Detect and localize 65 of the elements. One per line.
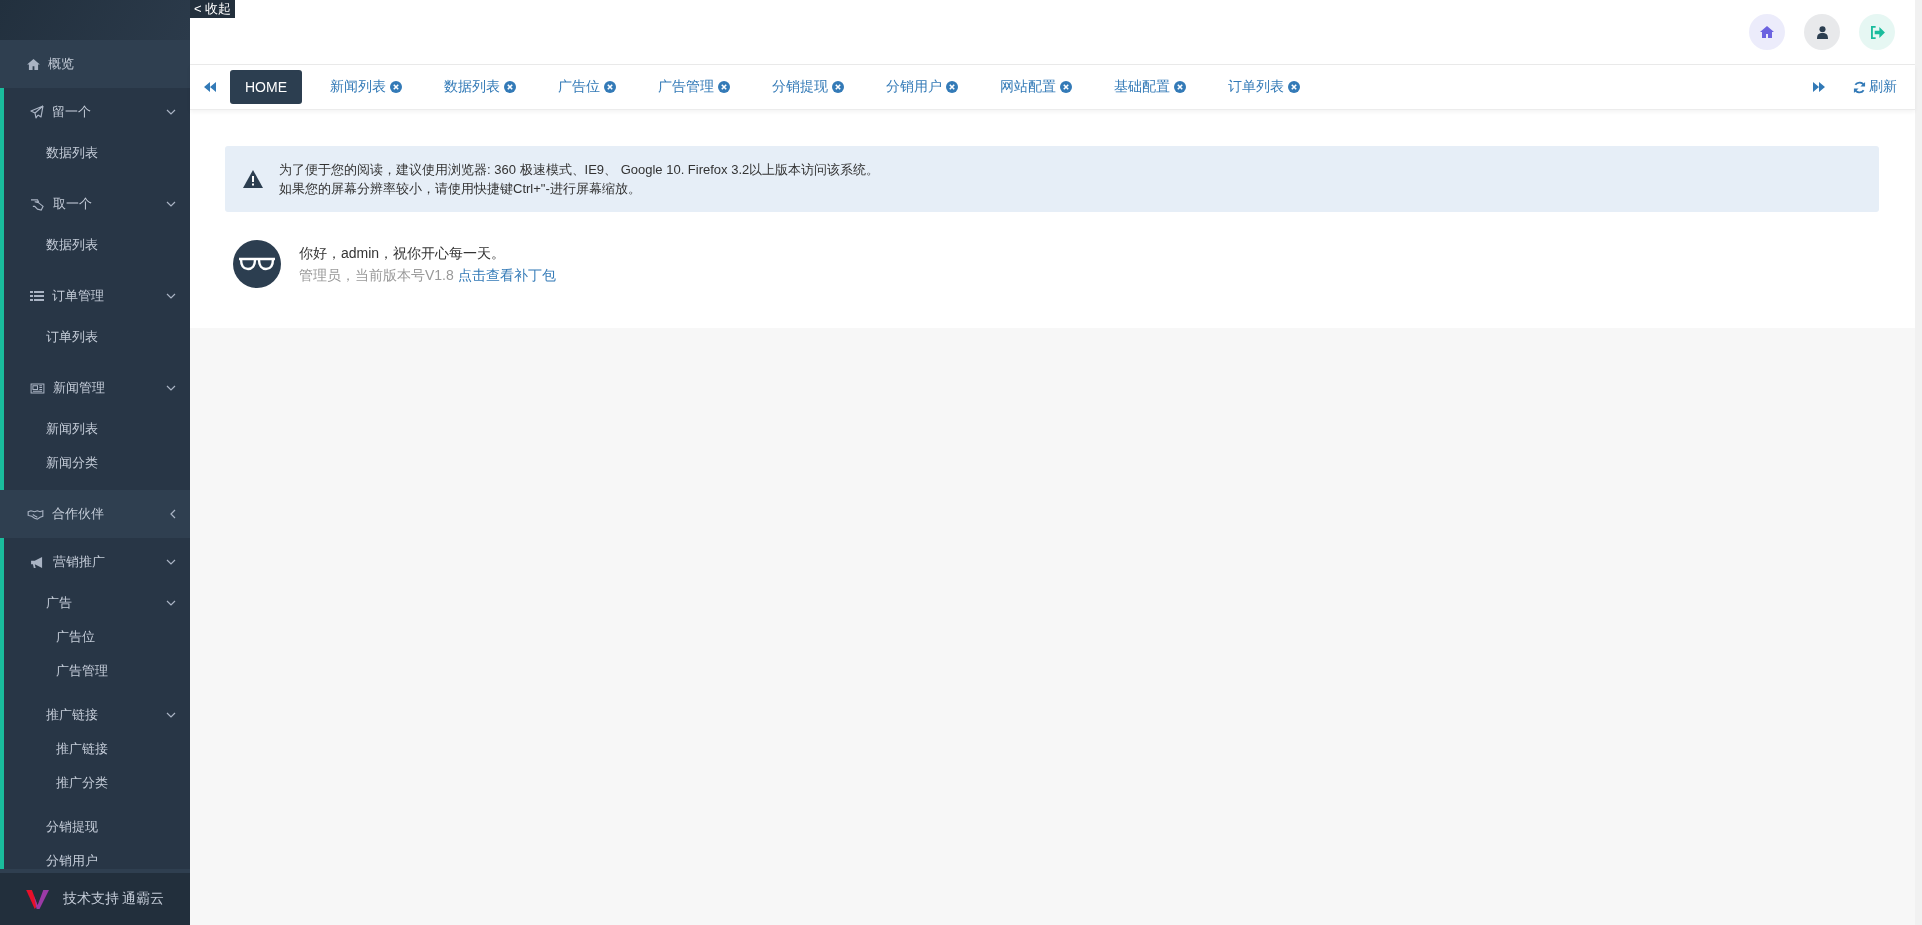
- home-button[interactable]: [1749, 14, 1785, 50]
- logout-button[interactable]: [1859, 14, 1895, 50]
- close-icon[interactable]: [1060, 81, 1072, 93]
- close-icon[interactable]: [832, 81, 844, 93]
- sidebar-item[interactable]: 推广链接: [4, 698, 190, 732]
- sidebar-item[interactable]: 广告位: [4, 620, 190, 654]
- sidebar-item[interactable]: 分销用户: [4, 844, 190, 869]
- tab[interactable]: 数据列表: [430, 70, 530, 104]
- sidebar-item[interactable]: 留一个: [4, 88, 190, 136]
- tab[interactable]: 网站配置: [986, 70, 1086, 104]
- tab[interactable]: 分销提现: [758, 70, 858, 104]
- sidebar-item[interactable]: 广告管理: [4, 654, 190, 688]
- close-icon[interactable]: [718, 81, 730, 93]
- sidebar-item[interactable]: 营销推广: [4, 538, 190, 586]
- tab[interactable]: 基础配置: [1100, 70, 1200, 104]
- sidebar-item[interactable]: 分销提现: [4, 810, 190, 844]
- sidebar-item[interactable]: 取一个: [4, 180, 190, 228]
- refresh-button[interactable]: 刷新: [1853, 78, 1897, 96]
- tab[interactable]: 分销用户: [872, 70, 972, 104]
- refresh-icon: [1853, 80, 1866, 94]
- sidebar-item[interactable]: 新闻管理: [4, 364, 190, 412]
- scroll-left-icon[interactable]: [204, 82, 216, 92]
- tab[interactable]: 订单列表: [1214, 70, 1314, 104]
- close-icon[interactable]: [504, 81, 516, 93]
- warning-icon: [243, 170, 263, 188]
- tab[interactable]: 新闻列表: [316, 70, 416, 104]
- sidebar-item[interactable]: 新闻列表: [4, 412, 190, 446]
- patch-link[interactable]: 点击查看补丁包: [457, 267, 556, 283]
- version-text: 管理员，当前版本号V1.8: [299, 267, 454, 283]
- sidebar-item[interactable]: 订单管理: [4, 272, 190, 320]
- sidebar-item[interactable]: 概览: [0, 40, 190, 88]
- sidebar-item[interactable]: 推广链接: [4, 732, 190, 766]
- home-icon: [27, 58, 40, 70]
- user-button[interactable]: [1804, 14, 1840, 50]
- handshake-icon: [27, 508, 44, 520]
- close-icon[interactable]: [946, 81, 958, 93]
- notice-text: 如果您的屏幕分辨率较小，请使用快捷键Ctrl+"-进行屏幕缩放。: [279, 180, 642, 198]
- list-icon: [30, 290, 44, 302]
- tab[interactable]: 广告位: [544, 70, 630, 104]
- tab[interactable]: 广告管理: [644, 70, 744, 104]
- sidebar-item[interactable]: 数据列表: [4, 136, 190, 170]
- logout-icon: [1869, 25, 1885, 39]
- scroll-right-icon[interactable]: [1813, 82, 1825, 92]
- close-icon[interactable]: [1174, 81, 1186, 93]
- greeting-text: 你好，admin，祝你开心每一天。: [299, 244, 507, 263]
- megaphone-icon: [30, 556, 45, 568]
- close-icon[interactable]: [1288, 81, 1300, 93]
- paper-plane-icon: [30, 105, 44, 119]
- home-icon: [1760, 26, 1774, 38]
- notice-text: 为了便于您的阅读，建议使用浏览器: 360 极速模式、IE9、 Google 10. Firefox 3.2以上版本访问该系统。: [279, 161, 880, 179]
- user-icon: [1816, 25, 1828, 39]
- sidebar-item[interactable]: 订单列表: [4, 320, 190, 354]
- hand-icon: [30, 197, 45, 211]
- collapse-button[interactable]: < 收起: [190, 0, 236, 18]
- close-icon[interactable]: [390, 81, 402, 93]
- sidebar-item[interactable]: 新闻分类: [4, 446, 190, 480]
- support-text: 技术支持 通霸云: [62, 890, 165, 908]
- sidebar-item[interactable]: 推广分类: [4, 766, 190, 800]
- newspaper-icon: [30, 382, 45, 394]
- sidebar-item[interactable]: 广告: [4, 586, 190, 620]
- tab[interactable]: HOME: [230, 70, 302, 104]
- close-icon[interactable]: [604, 81, 616, 93]
- sidebar-item[interactable]: 合作伙伴: [0, 490, 190, 538]
- sidebar-item[interactable]: 数据列表: [4, 228, 190, 262]
- avatar-glasses-icon: [233, 240, 281, 288]
